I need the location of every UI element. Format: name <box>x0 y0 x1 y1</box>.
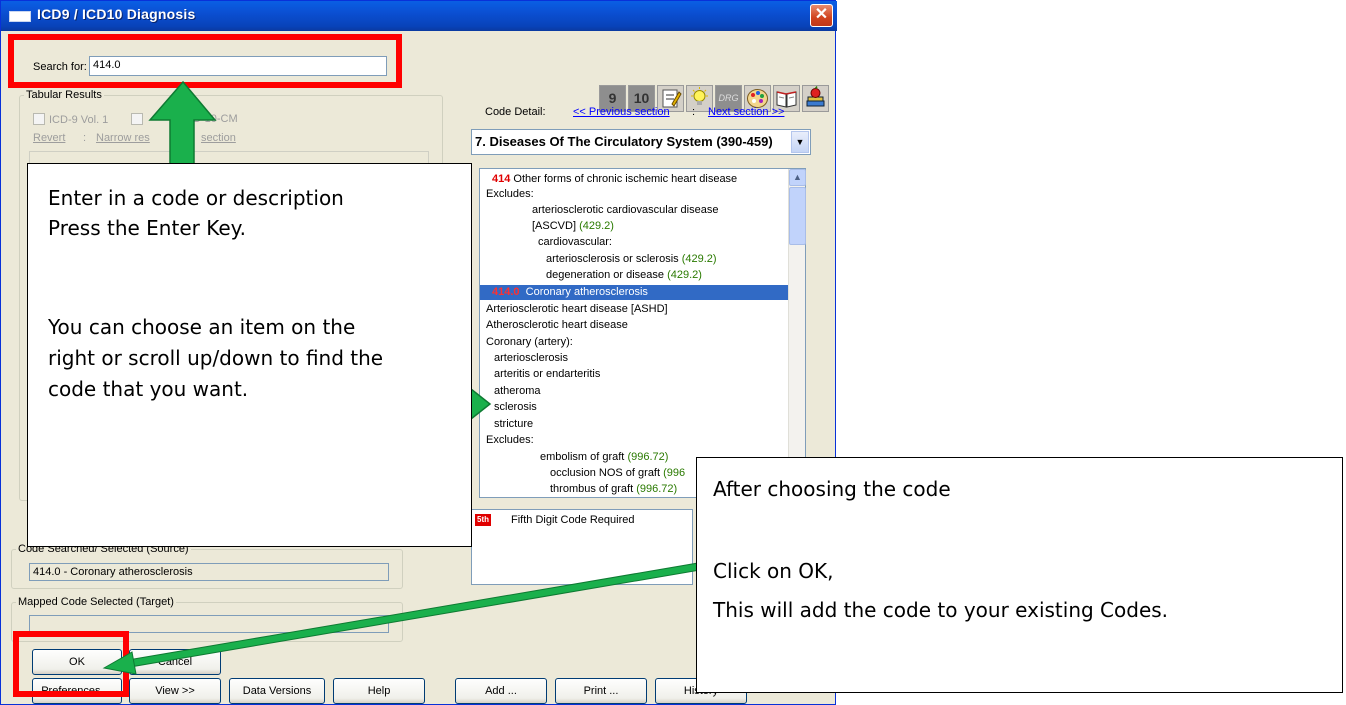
callout-left-line4: right or scroll up/down to find the <box>48 346 384 370</box>
pointer-arrowhead-icon <box>102 651 137 675</box>
callout-right-line1: After choosing the code <box>713 477 951 501</box>
callout-left-line5: code that you want. <box>48 377 249 401</box>
pointer-arrow-icon <box>127 561 707 668</box>
callout-right-line2: Click on OK, <box>713 559 834 583</box>
callout-right-line3: This will add the code to your existing … <box>713 598 1169 622</box>
callout-left-line2: Press the Enter Key. <box>48 216 246 240</box>
callout-left-line3: You can choose an item on the <box>48 315 356 339</box>
up-arrow-icon <box>148 80 217 167</box>
instruction-callout-right: After choosing the code Click on OK, Thi… <box>696 457 1343 693</box>
callout-left-line1: Enter in a code or description <box>48 186 344 210</box>
instruction-callout-left: Enter in a code or description Press the… <box>27 163 472 547</box>
